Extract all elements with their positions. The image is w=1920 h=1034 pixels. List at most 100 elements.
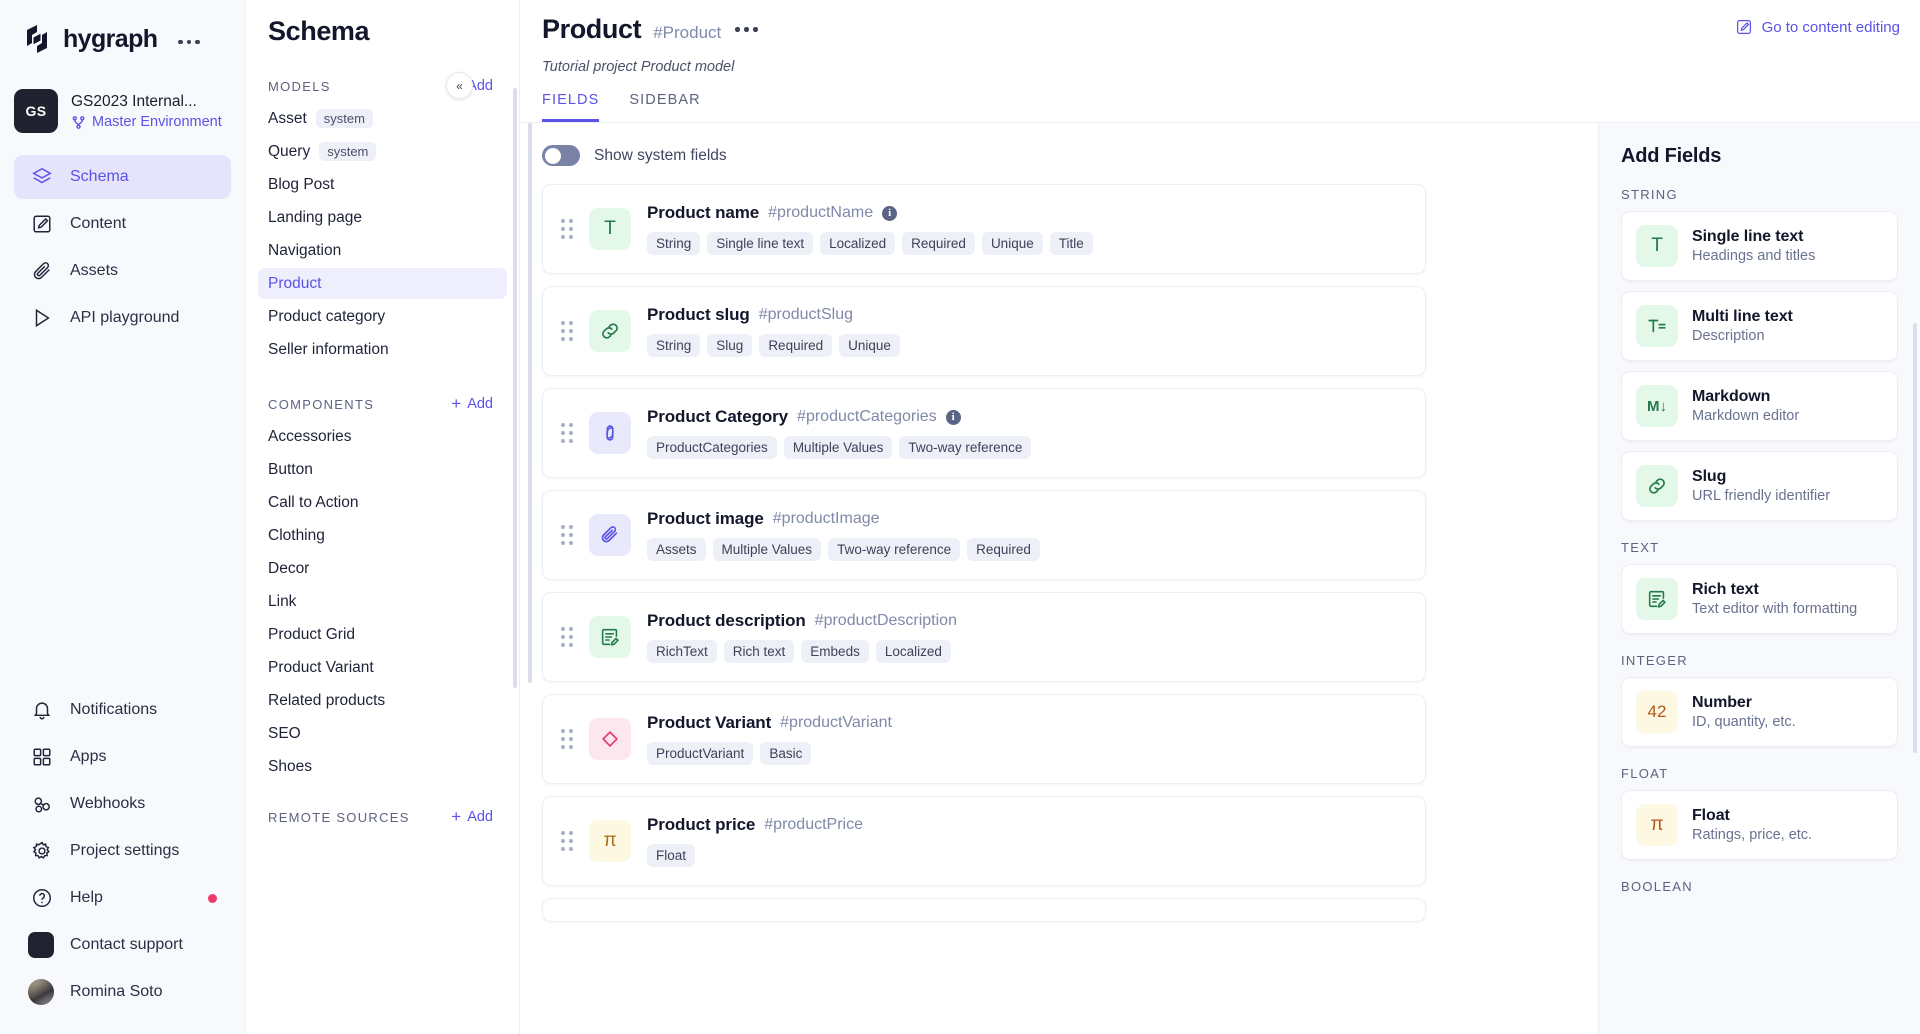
sidebar-item-apps[interactable]: Apps xyxy=(14,735,231,779)
help-badge-dot xyxy=(208,893,217,903)
fields-scrollbar[interactable] xyxy=(528,123,532,683)
component-item-product-grid[interactable]: Product Grid xyxy=(258,619,507,650)
info-icon[interactable]: i xyxy=(882,205,898,221)
sidebar-label: Contact support xyxy=(70,936,183,953)
component-item-button[interactable]: Button xyxy=(258,454,507,485)
field-card-product-image[interactable]: Product image #productImage Assets Multi… xyxy=(542,490,1426,580)
project-switcher[interactable]: GS GS2023 Internal... Master Environment xyxy=(0,89,245,133)
component-label: Accessories xyxy=(268,427,352,445)
info-icon[interactable]: i xyxy=(945,409,961,425)
model-tabs: FIELDS SIDEBAR xyxy=(520,92,1920,123)
avatar xyxy=(28,979,54,1005)
add-field-name: Number xyxy=(1692,694,1752,711)
diamond-icon xyxy=(589,718,631,760)
sidebar-item-content[interactable]: Content xyxy=(14,202,231,246)
sidebar-item-project-settings[interactable]: Project settings xyxy=(14,829,231,873)
field-card-product-name[interactable]: T Product name #productName i String Sin… xyxy=(542,184,1426,274)
sidebar-item-user-profile[interactable]: Romina Soto xyxy=(14,970,231,1014)
field-card-product-variant[interactable]: Product Variant #productVariant ProductV… xyxy=(542,694,1426,784)
model-item-asset[interactable]: Asset system xyxy=(258,103,507,134)
number-icon: 42 xyxy=(1636,691,1678,733)
sidebar-label: Notifications xyxy=(70,701,158,718)
model-item-product[interactable]: Product xyxy=(258,268,507,299)
add-field-float[interactable]: π Float Ratings, price, etc. xyxy=(1621,790,1898,860)
component-item-clothing[interactable]: Clothing xyxy=(258,520,507,551)
field-tags: ProductCategories Multiple Values Two-wa… xyxy=(647,436,1032,459)
drag-handle-icon[interactable] xyxy=(561,831,573,851)
sidebar-item-webhooks[interactable]: Webhooks xyxy=(14,782,231,826)
add-field-markdown[interactable]: M↓ Markdown Markdown editor xyxy=(1621,371,1898,441)
brand-logo[interactable]: hygraph xyxy=(0,0,245,54)
add-component-button[interactable]: + Add xyxy=(451,395,493,412)
component-item-seo[interactable]: SEO xyxy=(258,718,507,749)
component-item-link[interactable]: Link xyxy=(258,586,507,617)
model-item-blog-post[interactable]: Blog Post xyxy=(258,169,507,200)
brand-menu-icon[interactable] xyxy=(178,39,200,45)
add-remote-source-button[interactable]: + Add xyxy=(451,808,493,825)
drag-handle-icon[interactable] xyxy=(561,321,573,341)
field-name: Product name xyxy=(647,203,760,222)
component-item-call-to-action[interactable]: Call to Action xyxy=(258,487,507,518)
sidebar-item-notifications[interactable]: Notifications xyxy=(14,688,231,732)
model-item-seller-information[interactable]: Seller information xyxy=(258,334,507,365)
sidebar-item-api-playground[interactable]: API playground xyxy=(14,296,231,340)
drag-handle-icon[interactable] xyxy=(561,729,573,749)
model-label: Product xyxy=(268,274,322,292)
component-item-shoes[interactable]: Shoes xyxy=(258,751,507,782)
show-system-fields-toggle[interactable] xyxy=(542,145,580,166)
model-menu-icon[interactable] xyxy=(735,27,758,32)
sidebar-item-schema[interactable]: Schema xyxy=(14,155,231,199)
component-item-product-variant[interactable]: Product Variant xyxy=(258,652,507,683)
sidebar-label: Assets xyxy=(70,262,119,279)
add-fields-scrollbar[interactable] xyxy=(1913,323,1917,753)
tab-fields[interactable]: FIELDS xyxy=(542,92,600,122)
add-field-multi-line-text[interactable]: Multi line text Description xyxy=(1621,291,1898,361)
sidebar-label: Apps xyxy=(70,748,107,765)
add-field-rich-text[interactable]: Rich text Text editor with formatting xyxy=(1621,564,1898,634)
rich-text-icon xyxy=(589,616,631,658)
field-card-product-slug[interactable]: Product slug #productSlug String Slug Re… xyxy=(542,286,1426,376)
go-to-content-editing-button[interactable]: Go to content editing xyxy=(1735,18,1900,36)
drag-handle-icon[interactable] xyxy=(561,219,573,239)
add-field-number[interactable]: 42 Number ID, quantity, etc. xyxy=(1621,677,1898,747)
add-field-name: Markdown xyxy=(1692,388,1771,405)
sidebar-item-assets[interactable]: Assets xyxy=(14,249,231,293)
add-field-slug[interactable]: Slug URL friendly identifier xyxy=(1621,451,1898,521)
drag-handle-icon[interactable] xyxy=(561,627,573,647)
field-card-product-description[interactable]: Product description #productDescription … xyxy=(542,592,1426,682)
system-chip: system xyxy=(319,142,377,161)
grid-icon xyxy=(30,746,53,769)
field-tag: Required xyxy=(902,232,975,255)
add-component-label: Add xyxy=(467,396,493,412)
model-label: Blog Post xyxy=(268,175,335,193)
field-card-product-price[interactable]: π Product price #productPrice Float xyxy=(542,796,1426,886)
sidebar-label: Project settings xyxy=(70,842,180,859)
model-item-landing-page[interactable]: Landing page xyxy=(258,202,507,233)
field-card-next-partial[interactable] xyxy=(542,898,1426,922)
model-item-product-category[interactable]: Product category xyxy=(258,301,507,332)
collapse-sidebar-button[interactable]: « xyxy=(446,72,473,99)
schema-panel-scrollbar[interactable] xyxy=(513,88,517,688)
component-item-related-products[interactable]: Related products xyxy=(258,685,507,716)
project-avatar: GS xyxy=(14,89,58,133)
environment-switcher[interactable]: Master Environment xyxy=(71,114,222,130)
component-item-accessories[interactable]: Accessories xyxy=(258,421,507,452)
tab-sidebar[interactable]: SIDEBAR xyxy=(629,92,700,122)
add-field-name: Float xyxy=(1692,807,1730,824)
add-field-name: Slug xyxy=(1692,468,1727,485)
add-field-single-line-text[interactable]: T Single line text Headings and titles xyxy=(1621,211,1898,281)
drag-handle-icon[interactable] xyxy=(561,423,573,443)
add-field-name: Rich text xyxy=(1692,581,1759,598)
field-card-product-category[interactable]: Product Category #productCategories i Pr… xyxy=(542,388,1426,478)
field-tag: Two-way reference xyxy=(899,436,1032,459)
sidebar-item-help[interactable]: Help xyxy=(14,876,231,920)
component-label: Clothing xyxy=(268,526,325,544)
sidebar-item-contact-support[interactable]: Contact support xyxy=(14,923,231,967)
model-item-navigation[interactable]: Navigation xyxy=(258,235,507,266)
add-field-name: Single line text xyxy=(1692,228,1804,245)
drag-handle-icon[interactable] xyxy=(561,525,573,545)
brand-name: hygraph xyxy=(63,24,158,53)
field-name: Product description xyxy=(647,611,806,630)
model-item-query[interactable]: Query system xyxy=(258,136,507,167)
component-item-decor[interactable]: Decor xyxy=(258,553,507,584)
